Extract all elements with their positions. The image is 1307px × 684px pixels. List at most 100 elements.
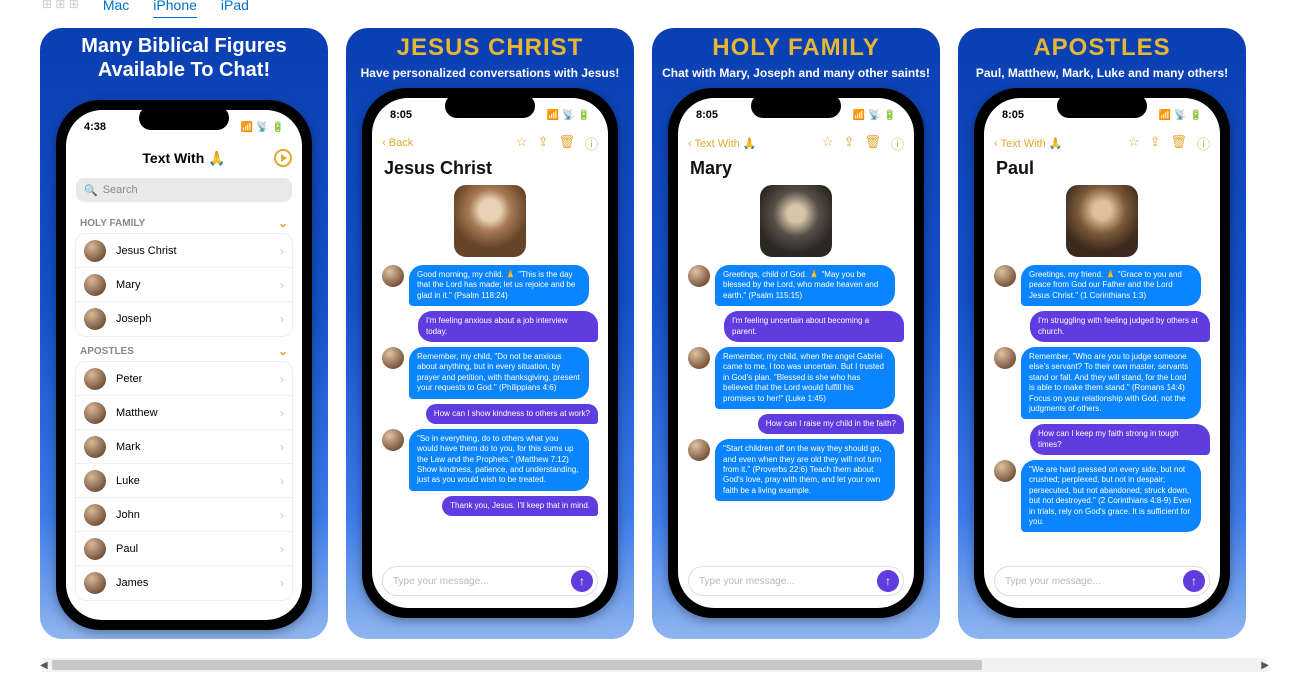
screenshot-card-3[interactable]: HOLY FAMILY Chat with Mary, Joseph and m… xyxy=(652,28,940,639)
avatar xyxy=(84,470,106,492)
list-item[interactable]: Joseph› xyxy=(76,302,292,336)
status-icons: 📶📡🔋 xyxy=(241,122,284,133)
back-button[interactable]: ‹ Back xyxy=(382,137,413,149)
screenshot-card-1[interactable]: Many Biblical Figures Available To Chat!… xyxy=(40,28,328,639)
section-header-holy-family[interactable]: HOLY FAMILY ⌄ xyxy=(74,208,294,234)
avatar xyxy=(84,572,106,594)
horizontal-scrollbar[interactable]: ◀ ▶ xyxy=(42,658,1267,672)
chat-title: Mary xyxy=(686,154,906,185)
avatar xyxy=(84,538,106,560)
phone-notch xyxy=(1057,94,1147,118)
share-icon[interactable]: ⇪ xyxy=(1150,134,1161,153)
tab-ipad[interactable]: iPad xyxy=(221,0,249,18)
avatar xyxy=(84,402,106,424)
card-title: JESUS CHRIST xyxy=(397,34,584,62)
tab-iphone[interactable]: iPhone xyxy=(153,0,197,18)
list-item[interactable]: Mark› xyxy=(76,430,292,464)
chat-messages: Greetings, my friend. 🙏 "Grace to you an… xyxy=(992,265,1212,560)
search-icon: 🔍 xyxy=(84,184,98,197)
chevron-right-icon: › xyxy=(280,312,284,326)
chat-bubble: I'm feeling anxious about a job intervie… xyxy=(418,311,598,342)
share-icon[interactable]: ⇪ xyxy=(844,134,855,153)
avatar xyxy=(1066,185,1138,257)
send-button[interactable]: ↑ xyxy=(1183,570,1205,592)
search-input[interactable]: 🔍 Search xyxy=(76,178,292,202)
app-title: Text With 🙏 xyxy=(142,150,225,167)
chat-bubble: Remember, my child, when the angel Gabri… xyxy=(715,347,895,409)
chevron-right-icon: › xyxy=(280,474,284,488)
phone-notch xyxy=(751,94,841,118)
chevron-right-icon: › xyxy=(280,508,284,522)
avatar xyxy=(382,265,404,287)
trash-icon[interactable]: 🗑 xyxy=(864,134,881,153)
status-time: 8:05 xyxy=(696,109,718,121)
list-item[interactable]: Peter› xyxy=(76,362,292,396)
star-icon[interactable]: ☆ xyxy=(822,134,834,153)
scroll-right-icon[interactable]: ▶ xyxy=(1261,660,1269,671)
avatar xyxy=(688,265,710,287)
avatar xyxy=(994,265,1016,287)
star-icon[interactable]: ☆ xyxy=(516,134,528,153)
scrollbar-thumb[interactable] xyxy=(52,660,982,670)
trash-icon[interactable]: 🗑 xyxy=(1170,134,1187,153)
trash-icon[interactable]: 🗑 xyxy=(558,134,575,153)
avatar xyxy=(84,436,106,458)
status-time: 8:05 xyxy=(390,109,412,121)
card-subtitle: Paul, Matthew, Mark, Luke and many other… xyxy=(970,62,1234,88)
chat-bubble: How can I raise my child in the faith? xyxy=(758,414,904,434)
avatar xyxy=(688,439,710,461)
message-input[interactable]: Type your message... ↑ xyxy=(688,566,904,596)
chat-bubble: Thank you, Jesus. I'll keep that in mind… xyxy=(442,496,598,516)
info-icon[interactable]: ⓘ xyxy=(1197,134,1210,153)
chat-bubble: "Start children off on the way they shou… xyxy=(715,439,895,501)
list-item[interactable]: James› xyxy=(76,566,292,600)
back-button[interactable]: ‹ Text With 🙏 xyxy=(688,137,757,150)
chevron-right-icon: › xyxy=(280,372,284,386)
phone-notch xyxy=(445,94,535,118)
device-tabs: ⊞ ⊞ ⊞ Mac iPhone iPad xyxy=(42,0,249,18)
back-button[interactable]: ‹ Text With 🙏 xyxy=(994,137,1063,150)
scroll-left-icon[interactable]: ◀ xyxy=(40,660,48,671)
info-icon[interactable]: ⓘ xyxy=(585,134,598,153)
avatar xyxy=(84,240,106,262)
list-item[interactable]: Jesus Christ› xyxy=(76,234,292,268)
info-icon[interactable]: ⓘ xyxy=(891,134,904,153)
avatar xyxy=(688,347,710,369)
list-item[interactable]: Matthew› xyxy=(76,396,292,430)
screenshot-card-4[interactable]: APOSTLES Paul, Matthew, Mark, Luke and m… xyxy=(958,28,1246,639)
chat-messages: Greetings, child of God. 🙏 "May you be b… xyxy=(686,265,906,560)
share-icon[interactable]: ⇪ xyxy=(538,134,549,153)
message-input[interactable]: Type your message... ↑ xyxy=(994,566,1210,596)
play-icon[interactable] xyxy=(274,149,292,167)
tab-mac[interactable]: Mac xyxy=(103,0,129,18)
phone-mock: 8:05 📶📡🔋 ‹ Text With 🙏 ☆ ⇪ 🗑 ⓘ Paul xyxy=(974,88,1230,618)
avatar xyxy=(84,368,106,390)
screenshot-card-2[interactable]: JESUS CHRIST Have personalized conversat… xyxy=(346,28,634,639)
chat-bubble: How can I show kindness to others at wor… xyxy=(426,404,598,424)
card-subtitle: Have personalized conversations with Jes… xyxy=(355,62,626,88)
message-input[interactable]: Type your message... ↑ xyxy=(382,566,598,596)
star-icon[interactable]: ☆ xyxy=(1128,134,1140,153)
chevron-right-icon: › xyxy=(280,244,284,258)
chat-bubble: "So in everything, do to others what you… xyxy=(409,429,589,491)
chevron-right-icon: › xyxy=(280,576,284,590)
list-item[interactable]: John› xyxy=(76,498,292,532)
chat-bubble: I'm struggling with feeling judged by ot… xyxy=(1030,311,1210,342)
chevron-right-icon: › xyxy=(280,406,284,420)
status-icons: 📶📡🔋 xyxy=(547,110,590,121)
card-title: HOLY FAMILY xyxy=(712,34,880,62)
send-button[interactable]: ↑ xyxy=(877,570,899,592)
avatar xyxy=(994,347,1016,369)
section-header-apostles[interactable]: APOSTLES ⌄ xyxy=(74,336,294,362)
card-title: Many Biblical Figures Available To Chat! xyxy=(71,34,297,82)
chat-bubble: "We are hard pressed on every side, but … xyxy=(1021,460,1201,532)
list-item[interactable]: Luke› xyxy=(76,464,292,498)
list-holy-family: Jesus Christ› Mary› Joseph› xyxy=(76,234,292,336)
chat-bubble: Remember, my child, "Do not be anxious a… xyxy=(409,347,589,399)
chat-bubble: I'm feeling uncertain about becoming a p… xyxy=(724,311,904,342)
chevron-down-icon: ⌄ xyxy=(278,216,288,230)
list-item[interactable]: Mary› xyxy=(76,268,292,302)
list-item[interactable]: Paul› xyxy=(76,532,292,566)
avatar xyxy=(382,347,404,369)
send-button[interactable]: ↑ xyxy=(571,570,593,592)
